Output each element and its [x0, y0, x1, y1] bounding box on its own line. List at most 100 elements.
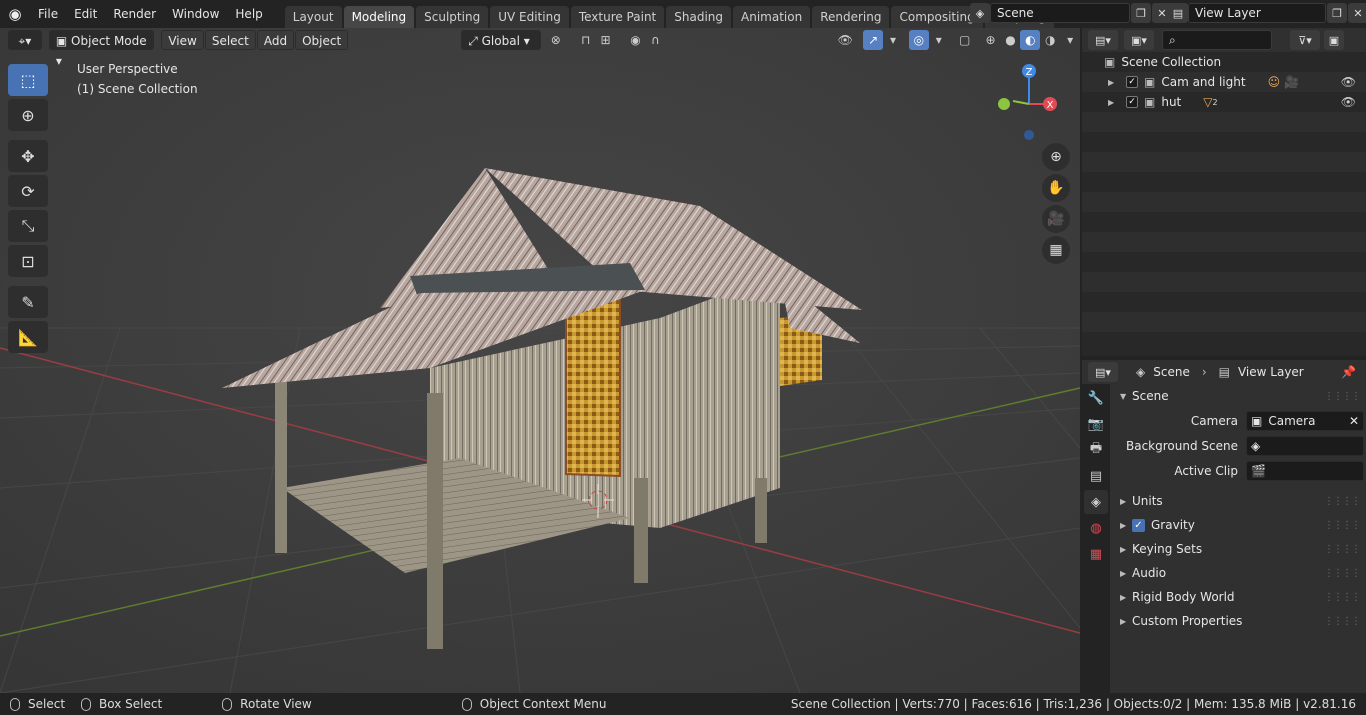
- active-clip-field[interactable]: 🎬: [1246, 460, 1364, 481]
- select-box-tool-icon[interactable]: ⬚: [8, 64, 48, 96]
- menu-file[interactable]: File: [30, 0, 66, 28]
- exclude-checkbox[interactable]: ✓: [1126, 96, 1138, 108]
- tab-modeling[interactable]: Modeling: [343, 6, 415, 28]
- zoom-icon[interactable]: ⊕: [1042, 143, 1070, 171]
- 3d-viewport[interactable]: ⌖▾ ▣ Object Mode ▾ View Select Add Objec…: [0, 28, 1080, 693]
- camera-field[interactable]: ▣ Camera ✕: [1246, 410, 1364, 431]
- drag-handle-icon[interactable]: ⋮⋮⋮⋮: [1324, 391, 1361, 402]
- pin-icon[interactable]: 📌: [1341, 365, 1356, 379]
- render-tab-icon[interactable]: 📷: [1084, 412, 1108, 436]
- view-layer-field[interactable]: View Layer: [1188, 3, 1326, 23]
- menu-add[interactable]: Add: [256, 30, 295, 50]
- scene-icon[interactable]: ◈: [970, 3, 990, 23]
- annotate-tool-icon[interactable]: ✎: [8, 286, 48, 318]
- scene-tab-icon[interactable]: ◈: [1084, 490, 1108, 514]
- transform-tool-icon[interactable]: ⊡: [8, 245, 48, 277]
- tab-sculpting[interactable]: Sculpting: [416, 6, 489, 28]
- xray-icon[interactable]: ▢: [955, 30, 975, 50]
- texture-tab-icon[interactable]: ▦: [1084, 542, 1108, 566]
- tab-animation[interactable]: Animation: [733, 6, 811, 28]
- menu-view[interactable]: View: [161, 30, 204, 50]
- shading-options-icon[interactable]: ▾: [1060, 30, 1080, 50]
- expand-icon[interactable]: ▶: [1108, 98, 1126, 107]
- properties-editor-icon[interactable]: ▤▾: [1088, 362, 1118, 382]
- move-tool-icon[interactable]: ✥: [8, 140, 48, 172]
- audio-panel-header[interactable]: ▶ Audio ⋮⋮⋮⋮: [1110, 561, 1366, 585]
- falloff-icon[interactable]: ∩: [645, 30, 665, 50]
- editor-type-icon[interactable]: ⌖▾: [8, 30, 42, 50]
- shading-solid-icon[interactable]: ●: [1001, 30, 1021, 50]
- pivot-icon[interactable]: ⊗: [546, 30, 566, 50]
- overlays-options-icon[interactable]: ▾: [929, 30, 949, 50]
- tool-tab-icon[interactable]: 🔧: [1084, 386, 1108, 410]
- visibility-icon[interactable]: 👁: [835, 30, 855, 50]
- tab-shading[interactable]: Shading: [666, 6, 731, 28]
- scale-tool-icon[interactable]: ⤡: [8, 210, 48, 242]
- menu-object[interactable]: Object: [295, 30, 349, 50]
- gravity-checkbox[interactable]: ✓: [1132, 518, 1145, 532]
- viewport-scene[interactable]: [0, 28, 1080, 693]
- tree-root[interactable]: ▣ Scene Collection: [1082, 52, 1366, 72]
- view-layer-icon[interactable]: ▤: [1168, 3, 1188, 23]
- outliner-editor-icon[interactable]: ▤▾: [1088, 30, 1118, 50]
- drag-handle-icon[interactable]: ⋮⋮⋮⋮: [1324, 592, 1361, 603]
- blender-logo-icon[interactable]: ◉: [0, 0, 30, 28]
- expand-icon[interactable]: ▶: [1108, 78, 1126, 87]
- tab-rendering[interactable]: Rendering: [812, 6, 890, 28]
- menu-select[interactable]: Select: [204, 30, 256, 50]
- gravity-panel-header[interactable]: ▶ ✓ Gravity ⋮⋮⋮⋮: [1110, 513, 1366, 537]
- tab-texture-paint[interactable]: Texture Paint: [570, 6, 665, 28]
- rotate-tool-icon[interactable]: ⟳: [8, 175, 48, 207]
- ortho-grid-icon[interactable]: ▦: [1042, 236, 1070, 264]
- camera-view-icon[interactable]: 🎥: [1042, 205, 1070, 233]
- proportional-edit-icon[interactable]: ◉: [626, 30, 646, 50]
- view-layer-tab-icon[interactable]: ▤: [1084, 464, 1108, 488]
- shading-rendered-icon[interactable]: ◑: [1040, 30, 1060, 50]
- new-scene-icon[interactable]: ❐: [1131, 3, 1151, 23]
- menu-help[interactable]: Help: [227, 0, 270, 28]
- pan-hand-icon[interactable]: ✋: [1042, 174, 1070, 202]
- display-mode-icon[interactable]: ▣▾: [1124, 30, 1154, 50]
- delete-view-layer-icon[interactable]: ✕: [1348, 3, 1366, 23]
- drag-handle-icon[interactable]: ⋮⋮⋮⋮: [1324, 568, 1361, 579]
- scene-name-field[interactable]: Scene: [990, 3, 1130, 23]
- drag-handle-icon[interactable]: ⋮⋮⋮⋮: [1324, 520, 1361, 531]
- scene-panel-header[interactable]: ▼ Scene ⋮⋮⋮⋮: [1110, 384, 1366, 408]
- eye-icon[interactable]: 👁: [1341, 75, 1356, 89]
- clear-camera-icon[interactable]: ✕: [1349, 414, 1359, 428]
- snap-icon[interactable]: ⊓: [576, 30, 596, 50]
- drag-handle-icon[interactable]: ⋮⋮⋮⋮: [1324, 544, 1361, 555]
- exclude-checkbox[interactable]: ✓: [1126, 76, 1138, 88]
- object-mode-dropdown[interactable]: ▣ Object Mode ▾: [48, 30, 155, 68]
- cursor-tool-icon[interactable]: ⊕: [8, 99, 48, 131]
- drag-handle-icon[interactable]: ⋮⋮⋮⋮: [1324, 496, 1361, 507]
- world-tab-icon[interactable]: ◍: [1084, 516, 1108, 540]
- tab-compositing[interactable]: Compositing: [891, 6, 983, 28]
- units-panel-header[interactable]: ▶ Units ⋮⋮⋮⋮: [1110, 489, 1366, 513]
- tree-row-cam-and-light[interactable]: ▶ ✓ ▣ Cam and light ☺ 🎥 👁: [1082, 72, 1366, 92]
- orientation-dropdown[interactable]: ⤢ Global ▾: [461, 30, 541, 50]
- rigid-body-world-panel-header[interactable]: ▶ Rigid Body World ⋮⋮⋮⋮: [1110, 585, 1366, 609]
- shading-material-icon[interactable]: ◐: [1020, 30, 1041, 50]
- new-collection-icon[interactable]: ▣: [1324, 30, 1344, 50]
- menu-render[interactable]: Render: [105, 0, 164, 28]
- filter-icon[interactable]: ⊽▾: [1290, 30, 1320, 50]
- new-view-layer-icon[interactable]: ❐: [1327, 3, 1347, 23]
- tab-uv-editing[interactable]: UV Editing: [490, 6, 569, 28]
- output-tab-icon[interactable]: 🖶: [1084, 438, 1108, 462]
- overlays-toggle-icon[interactable]: ◎: [908, 30, 929, 50]
- menu-edit[interactable]: Edit: [66, 0, 105, 28]
- gizmo-toggle-icon[interactable]: ↗: [863, 30, 884, 50]
- gizmo-options-icon[interactable]: ▾: [883, 30, 903, 50]
- tree-row-hut[interactable]: ▶ ✓ ▣ hut ▽ 2 👁: [1082, 92, 1366, 112]
- menu-window[interactable]: Window: [164, 0, 227, 28]
- keying-sets-panel-header[interactable]: ▶ Keying Sets ⋮⋮⋮⋮: [1110, 537, 1366, 561]
- background-scene-field[interactable]: ◈: [1246, 435, 1364, 456]
- tab-layout[interactable]: Layout: [284, 6, 342, 28]
- drag-handle-icon[interactable]: ⋮⋮⋮⋮: [1324, 616, 1361, 627]
- snap-target-icon[interactable]: ⊞: [596, 30, 616, 50]
- eye-icon[interactable]: 👁: [1341, 95, 1356, 109]
- custom-properties-panel-header[interactable]: ▶ Custom Properties ⋮⋮⋮⋮: [1110, 609, 1366, 633]
- shading-wireframe-icon[interactable]: ⊕: [981, 30, 1001, 50]
- measure-tool-icon[interactable]: 📐: [8, 321, 48, 353]
